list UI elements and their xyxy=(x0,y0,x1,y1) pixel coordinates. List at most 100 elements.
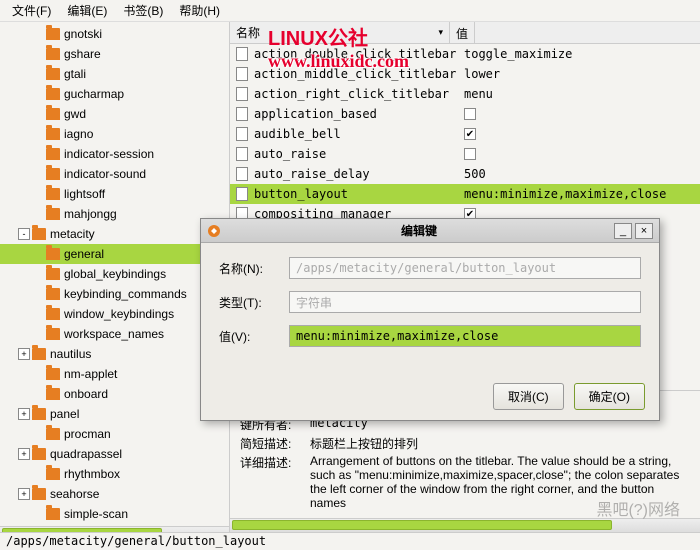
menu-file[interactable]: 文件(F) xyxy=(4,0,59,21)
folder-icon xyxy=(46,28,60,40)
dialog-title: 编辑键 xyxy=(227,222,611,239)
tree-hscroll[interactable] xyxy=(0,526,229,532)
ok-button[interactable]: 确定(O) xyxy=(574,383,645,410)
folder-icon xyxy=(46,148,60,160)
tree-label: procman xyxy=(64,427,111,441)
key-name: button_layout xyxy=(254,187,464,201)
checkbox[interactable]: ✔ xyxy=(464,128,476,140)
key-row-auto_raise_delay[interactable]: auto_raise_delay500 xyxy=(230,164,700,184)
tree-label: onboard xyxy=(64,387,108,401)
tree-item-nautilus[interactable]: + nautilus xyxy=(0,344,229,364)
tree-item-iagno[interactable]: iagno xyxy=(0,124,229,144)
tree-item-onboard[interactable]: onboard xyxy=(0,384,229,404)
tree-item-lightsoff[interactable]: lightsoff xyxy=(0,184,229,204)
dialog-value-input[interactable] xyxy=(289,325,641,347)
statusbar: /apps/metacity/general/button_layout xyxy=(0,532,700,550)
tree-item-window_keybindings[interactable]: window_keybindings xyxy=(0,304,229,324)
tree-item-gtali[interactable]: gtali xyxy=(0,64,229,84)
tree-label: metacity xyxy=(50,227,95,241)
tree-item-rhythmbox[interactable]: rhythmbox xyxy=(0,464,229,484)
key-value: menu:minimize,maximize,close xyxy=(464,187,700,201)
column-name[interactable]: 名称▾ xyxy=(230,22,450,43)
folder-icon xyxy=(46,288,60,300)
tree-item-mahjongg[interactable]: mahjongg xyxy=(0,204,229,224)
tree-item-gshare[interactable]: gshare xyxy=(0,44,229,64)
key-icon xyxy=(236,107,248,121)
key-row-application_based[interactable]: application_based xyxy=(230,104,700,124)
folder-icon xyxy=(46,468,60,480)
tree-label: lightsoff xyxy=(64,187,105,201)
menu-help[interactable]: 帮助(H) xyxy=(171,0,228,21)
menu-bookmarks[interactable]: 书签(B) xyxy=(115,0,171,21)
folder-icon xyxy=(46,188,60,200)
tree-item-general[interactable]: general xyxy=(0,244,229,264)
folder-icon xyxy=(32,348,46,360)
dialog-app-icon xyxy=(207,224,221,238)
folder-icon xyxy=(46,88,60,100)
tree-label: iagno xyxy=(64,127,93,141)
tree-label: rhythmbox xyxy=(64,467,120,481)
dialog-titlebar[interactable]: 编辑键 _ × xyxy=(201,219,659,243)
dialog-name-input xyxy=(289,257,641,279)
folder-icon xyxy=(46,308,60,320)
tree-label: general xyxy=(64,247,104,261)
tree-label: gshare xyxy=(64,47,101,61)
key-row-action_middle_click_titlebar[interactable]: action_middle_click_titlebarlower xyxy=(230,64,700,84)
keys-hscroll[interactable] xyxy=(230,518,700,532)
tree-label: indicator-session xyxy=(64,147,154,161)
tree-item-procman[interactable]: procman xyxy=(0,424,229,444)
tree-item-simple-scan[interactable]: simple-scan xyxy=(0,504,229,524)
detail-short: 标题栏上按钮的排列 xyxy=(310,435,690,452)
key-name: action_middle_click_titlebar xyxy=(254,67,464,81)
key-row-action_right_click_titlebar[interactable]: action_right_click_titlebarmenu xyxy=(230,84,700,104)
folder-icon xyxy=(46,68,60,80)
column-headers: 名称▾ 值 xyxy=(230,22,700,44)
key-row-auto_raise[interactable]: auto_raise xyxy=(230,144,700,164)
key-name: audible_bell xyxy=(254,127,464,141)
dialog-type-input xyxy=(289,291,641,313)
expander-icon[interactable]: + xyxy=(18,448,30,460)
key-value: 500 xyxy=(464,167,700,181)
key-row-action_double_click_titlebar[interactable]: action_double_click_titlebartoggle_maxim… xyxy=(230,44,700,64)
key-row-button_layout[interactable]: button_layoutmenu:minimize,maximize,clos… xyxy=(230,184,700,204)
expander-icon[interactable]: + xyxy=(18,348,30,360)
tree-item-indicator-sound[interactable]: indicator-sound xyxy=(0,164,229,184)
folder-icon xyxy=(46,108,60,120)
tree-item-gwd[interactable]: gwd xyxy=(0,104,229,124)
folder-icon xyxy=(46,128,60,140)
tree-item-indicator-session[interactable]: indicator-session xyxy=(0,144,229,164)
dialog-close-button[interactable]: × xyxy=(635,223,653,239)
tree-item-panel[interactable]: +panel xyxy=(0,404,229,424)
folder-icon xyxy=(46,248,60,260)
tree-item-metacity[interactable]: - metacity xyxy=(0,224,229,244)
tree-item-quadrapassel[interactable]: +quadrapassel xyxy=(0,444,229,464)
key-value: lower xyxy=(464,67,700,81)
folder-icon xyxy=(32,488,46,500)
folder-icon xyxy=(46,508,60,520)
folder-icon xyxy=(32,228,46,240)
tree-label: nautilus xyxy=(50,347,91,361)
column-value[interactable]: 值 xyxy=(450,22,475,43)
cancel-button[interactable]: 取消(C) xyxy=(493,383,564,410)
expander-icon[interactable]: + xyxy=(18,488,30,500)
tree-item-seahorse[interactable]: + seahorse xyxy=(0,484,229,504)
tree-item-gnotski[interactable]: gnotski xyxy=(0,24,229,44)
tree-item-keybinding_commands[interactable]: keybinding_commands xyxy=(0,284,229,304)
checkbox[interactable] xyxy=(464,148,476,160)
key-icon xyxy=(236,127,248,141)
checkbox[interactable] xyxy=(464,108,476,120)
key-name: auto_raise_delay xyxy=(254,167,464,181)
dialog-minimize-button[interactable]: _ xyxy=(614,223,632,239)
tree-item-nm-applet[interactable]: nm-applet xyxy=(0,364,229,384)
tree-item-workspace_names[interactable]: workspace_names xyxy=(0,324,229,344)
tree-item-gucharmap[interactable]: gucharmap xyxy=(0,84,229,104)
expander-icon[interactable]: + xyxy=(18,408,30,420)
folder-icon xyxy=(46,168,60,180)
folder-icon xyxy=(32,408,46,420)
key-icon xyxy=(236,187,248,201)
tree-label: seahorse xyxy=(50,487,99,501)
expander-icon[interactable]: - xyxy=(18,228,30,240)
tree-item-global_keybindings[interactable]: global_keybindings xyxy=(0,264,229,284)
key-row-audible_bell[interactable]: audible_bell✔ xyxy=(230,124,700,144)
menu-edit[interactable]: 编辑(E) xyxy=(59,0,115,21)
